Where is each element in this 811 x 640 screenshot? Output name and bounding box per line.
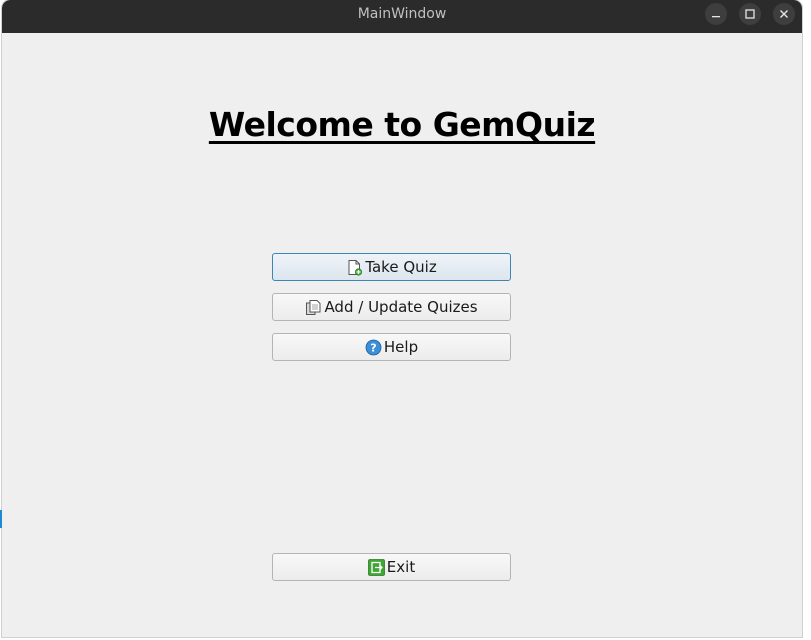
add-update-quizes-button[interactable]: Add / Update Quizes xyxy=(272,293,511,321)
minimize-icon xyxy=(711,9,721,19)
page-title: Welcome to GemQuiz xyxy=(208,105,596,144)
maximize-button[interactable] xyxy=(739,3,761,25)
svg-text:?: ? xyxy=(370,341,376,354)
help-icon: ? xyxy=(365,339,382,356)
maximize-icon xyxy=(745,9,755,19)
minimize-button[interactable] xyxy=(705,3,727,25)
main-window: MainWindow Welcome to GemQuiz Take Quiz … xyxy=(2,0,802,637)
exit-icon xyxy=(367,558,385,576)
take-quiz-button[interactable]: Take Quiz xyxy=(272,253,511,281)
background-window-fragment xyxy=(0,510,2,528)
take-quiz-label: Take Quiz xyxy=(365,258,437,276)
exit-button[interactable]: Exit xyxy=(272,553,511,581)
title-bar[interactable]: MainWindow xyxy=(2,0,802,33)
close-button[interactable] xyxy=(773,3,795,25)
window-title: MainWindow xyxy=(357,6,447,22)
help-button[interactable]: ? Help xyxy=(272,333,511,361)
central-widget: Welcome to GemQuiz Take Quiz Add / Updat… xyxy=(2,33,802,637)
new-document-icon xyxy=(346,259,363,276)
copy-documents-icon xyxy=(305,299,322,316)
add-update-quizes-label: Add / Update Quizes xyxy=(324,298,478,316)
help-label: Help xyxy=(383,338,419,356)
close-icon xyxy=(779,9,789,19)
exit-label: Exit xyxy=(386,558,416,576)
